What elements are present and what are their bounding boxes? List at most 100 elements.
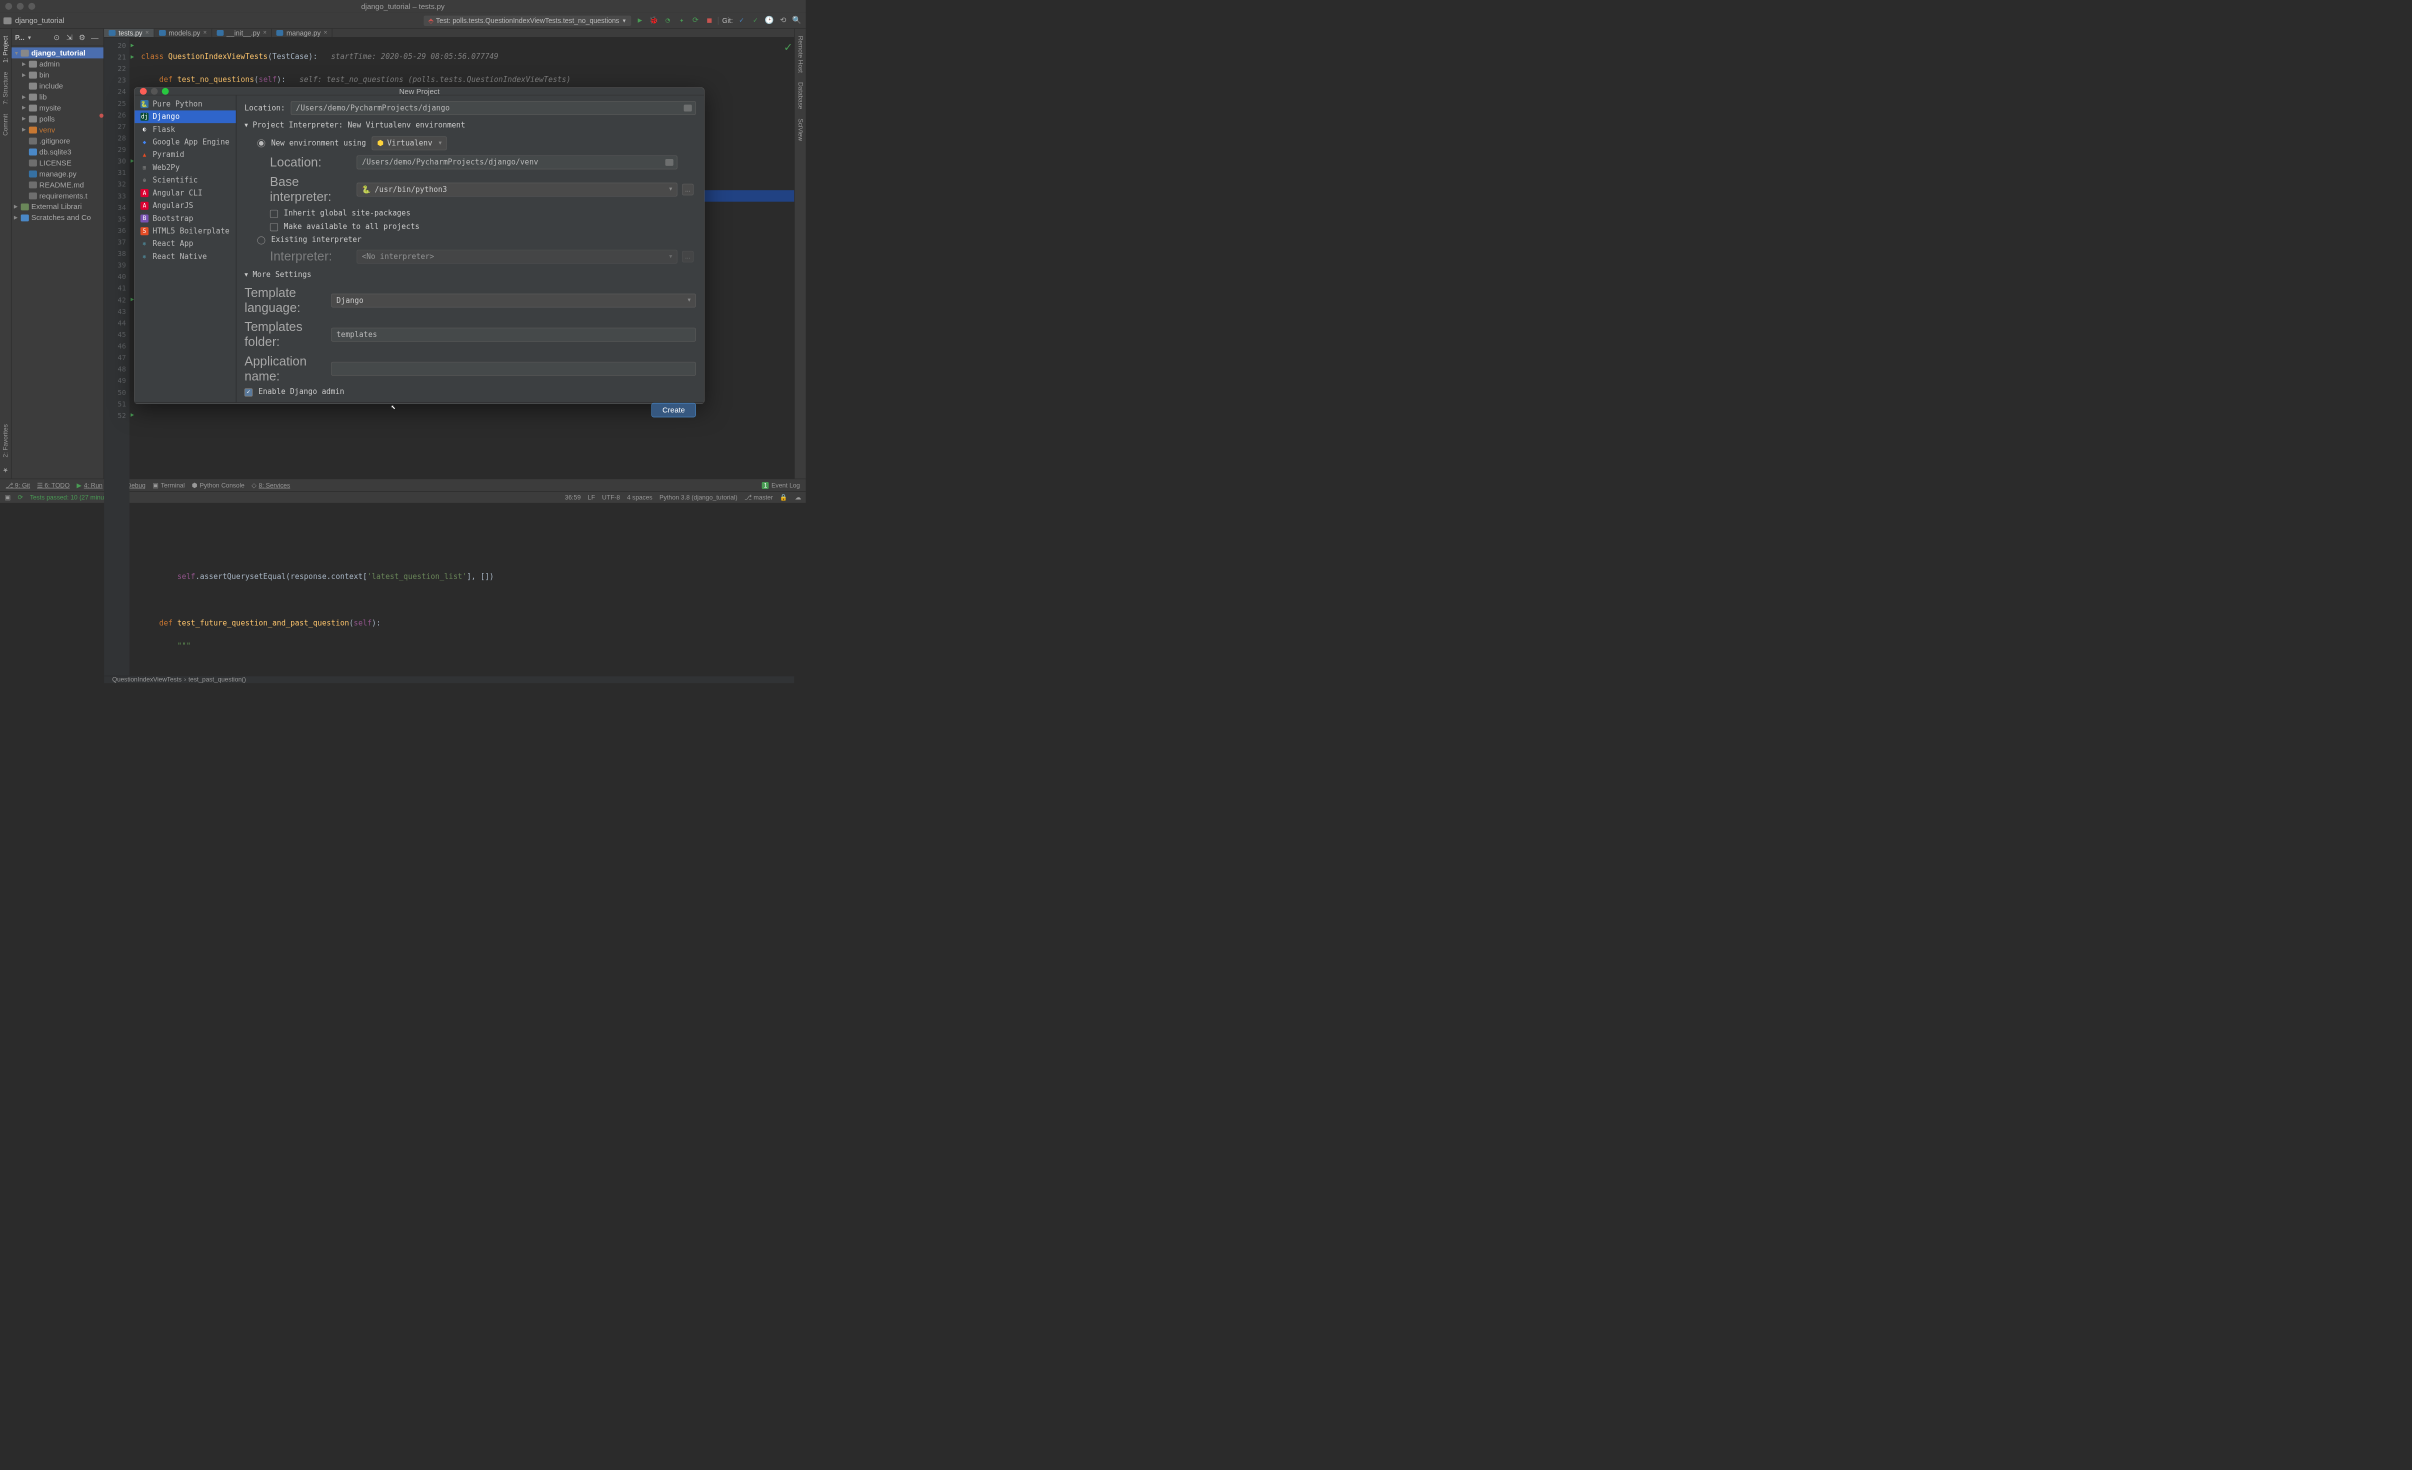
editor-tab[interactable]: __init__.py× bbox=[212, 29, 272, 37]
tab-project[interactable]: 1: Project bbox=[2, 31, 9, 67]
type-react[interactable]: ⚛React App bbox=[135, 238, 236, 251]
type-gae[interactable]: ◆Google App Engine bbox=[135, 136, 236, 149]
window-minimize-icon[interactable] bbox=[17, 3, 24, 10]
new-env-radio[interactable] bbox=[257, 139, 265, 147]
existing-interpreter-select: <No interpreter>▼ bbox=[357, 250, 678, 264]
sync-icon[interactable]: ☁ bbox=[795, 494, 801, 502]
more-settings-header[interactable]: ▼More Settings bbox=[244, 271, 695, 280]
type-django[interactable]: djDjango bbox=[135, 110, 236, 123]
commit-icon[interactable]: ✓ bbox=[750, 15, 760, 25]
tree-folder-venv[interactable]: ▶venv bbox=[12, 124, 104, 135]
tree-file[interactable]: manage.py bbox=[12, 168, 104, 179]
tab-remote-host[interactable]: Remote Host bbox=[797, 31, 804, 77]
tree-root[interactable]: ▼ django_tutorial bbox=[12, 47, 104, 58]
tree-file[interactable]: requirements.t bbox=[12, 190, 104, 201]
base-interpreter-select[interactable]: 🐍/usr/bin/python3▼ bbox=[357, 183, 678, 197]
make-available-checkbox[interactable] bbox=[270, 223, 278, 231]
coverage-icon[interactable]: ◔ bbox=[663, 15, 673, 25]
type-scientific[interactable]: ⊕Scientific bbox=[135, 174, 236, 187]
tree-folder[interactable]: include bbox=[12, 80, 104, 91]
profile-icon[interactable]: ✦ bbox=[676, 15, 686, 25]
tree-scratch[interactable]: ▶Scratches and Co bbox=[12, 212, 104, 223]
browse-icon[interactable] bbox=[665, 159, 673, 166]
type-flask[interactable]: ◐Flask bbox=[135, 123, 236, 136]
template-lang-select[interactable]: Django▼ bbox=[331, 294, 696, 308]
interpreter-label: Interpreter: bbox=[270, 249, 352, 264]
editor-tab[interactable]: manage.py× bbox=[272, 29, 333, 37]
editor-tab[interactable]: tests.py× bbox=[104, 29, 154, 37]
dialog-maximize-icon[interactable] bbox=[162, 88, 169, 95]
dialog-close-icon[interactable] bbox=[140, 88, 147, 95]
tab-structure[interactable]: 7: Structure bbox=[2, 67, 9, 109]
gear-icon[interactable]: ⚙ bbox=[77, 32, 87, 42]
location-input[interactable]: /Users/demo/PycharmProjects/django bbox=[291, 101, 696, 115]
run-configuration-selector[interactable]: ⬘ Test: polls.tests.QuestionIndexViewTes… bbox=[424, 15, 632, 25]
browse-button[interactable]: … bbox=[682, 251, 694, 263]
hide-icon[interactable]: — bbox=[90, 32, 100, 42]
tree-file[interactable]: .gitignore bbox=[12, 135, 104, 146]
close-icon[interactable]: × bbox=[203, 29, 207, 36]
type-angularjs[interactable]: AAngularJS bbox=[135, 199, 236, 212]
window-close-icon[interactable] bbox=[5, 3, 12, 10]
type-bootstrap[interactable]: BBootstrap bbox=[135, 212, 236, 225]
close-icon[interactable]: × bbox=[324, 29, 328, 36]
tab-todo[interactable]: ☰ 6: TODO bbox=[37, 481, 70, 489]
run-icon[interactable]: ▶ bbox=[635, 15, 645, 25]
refresh-icon[interactable]: ⟳ bbox=[18, 494, 23, 502]
breadcrumb[interactable]: django_tutorial bbox=[15, 16, 64, 25]
env-type-select[interactable]: ⬢Virtualenv▼ bbox=[372, 136, 447, 150]
app-name-label: Application name: bbox=[244, 354, 326, 384]
main-toolbar: django_tutorial ⬘ Test: polls.tests.Ques… bbox=[0, 13, 806, 29]
enable-admin-checkbox[interactable]: ✓ bbox=[244, 388, 252, 396]
stop-icon[interactable]: ■ bbox=[704, 15, 714, 25]
tab-commit[interactable]: Commit bbox=[2, 109, 9, 140]
venv-location-input[interactable]: /Users/demo/PycharmProjects/django/venv bbox=[357, 155, 678, 169]
tab-sciview[interactable]: SciView bbox=[797, 114, 804, 146]
browse-icon[interactable] bbox=[684, 105, 692, 112]
editor-tab[interactable]: models.py× bbox=[154, 29, 212, 37]
tree-external[interactable]: ▶External Librari bbox=[12, 201, 104, 212]
close-icon[interactable]: × bbox=[263, 29, 267, 36]
app-name-input[interactable] bbox=[331, 362, 696, 376]
update-icon[interactable]: ✓ bbox=[736, 15, 746, 25]
tree-file[interactable]: db.sqlite3 bbox=[12, 146, 104, 157]
tab-run[interactable]: ▶ 4: Run bbox=[77, 481, 103, 489]
type-react-native[interactable]: ⚛React Native bbox=[135, 250, 236, 263]
locate-icon[interactable]: ⊙ bbox=[51, 32, 61, 42]
collapse-icon[interactable]: ⇲ bbox=[64, 32, 74, 42]
gutter[interactable]: 2021222324252627282930313233343536373839… bbox=[104, 38, 129, 676]
tree-folder[interactable]: ▶polls bbox=[12, 113, 104, 124]
inherit-checkbox[interactable] bbox=[270, 210, 278, 218]
existing-interpreter-radio[interactable] bbox=[257, 236, 265, 244]
tree-folder[interactable]: ▶mysite bbox=[12, 102, 104, 113]
type-pure-python[interactable]: 🐍Pure Python bbox=[135, 98, 236, 111]
create-button[interactable]: Create bbox=[651, 403, 696, 417]
star-icon[interactable]: ★ bbox=[2, 462, 10, 479]
main-title-bar: django_tutorial – tests.py bbox=[0, 0, 806, 13]
window-maximize-icon[interactable] bbox=[28, 3, 35, 10]
tab-git[interactable]: ⎇ 9: Git bbox=[6, 481, 30, 489]
interpreter-section-header[interactable]: ▼Project Interpreter: New Virtualenv env… bbox=[244, 121, 695, 130]
close-icon[interactable]: × bbox=[145, 29, 149, 36]
browse-button[interactable]: … bbox=[682, 184, 694, 196]
concurrent-icon[interactable]: ⟳ bbox=[690, 15, 700, 25]
tree-file[interactable]: LICENSE bbox=[12, 157, 104, 168]
tree-folder[interactable]: ▶admin bbox=[12, 58, 104, 69]
tree-file[interactable]: README.md bbox=[12, 179, 104, 190]
tab-database[interactable]: Database bbox=[797, 78, 804, 114]
debug-icon[interactable]: 🐞 bbox=[649, 15, 659, 25]
templates-folder-input[interactable]: templates bbox=[331, 328, 696, 342]
search-icon[interactable]: 🔍 bbox=[792, 15, 802, 25]
history-icon[interactable]: 🕑 bbox=[764, 15, 774, 25]
panel-toggle-icon[interactable]: ▣ bbox=[5, 494, 11, 502]
type-html5[interactable]: 5HTML5 Boilerplate bbox=[135, 225, 236, 238]
type-angular-cli[interactable]: AAngular CLI bbox=[135, 187, 236, 200]
type-web2py[interactable]: ⊞Web2Py bbox=[135, 161, 236, 174]
nav-breadcrumb[interactable]: QuestionIndexViewTests›test_past_questio… bbox=[104, 676, 794, 684]
rollback-icon[interactable]: ⟲ bbox=[778, 15, 788, 25]
tree-folder[interactable]: ▶lib bbox=[12, 91, 104, 102]
type-pyramid[interactable]: ▲Pyramid bbox=[135, 149, 236, 162]
tree-folder[interactable]: ▶bin bbox=[12, 69, 104, 80]
tab-favorites[interactable]: 2: Favorites bbox=[2, 419, 9, 461]
chevron-down-icon[interactable]: ▼ bbox=[27, 34, 32, 40]
